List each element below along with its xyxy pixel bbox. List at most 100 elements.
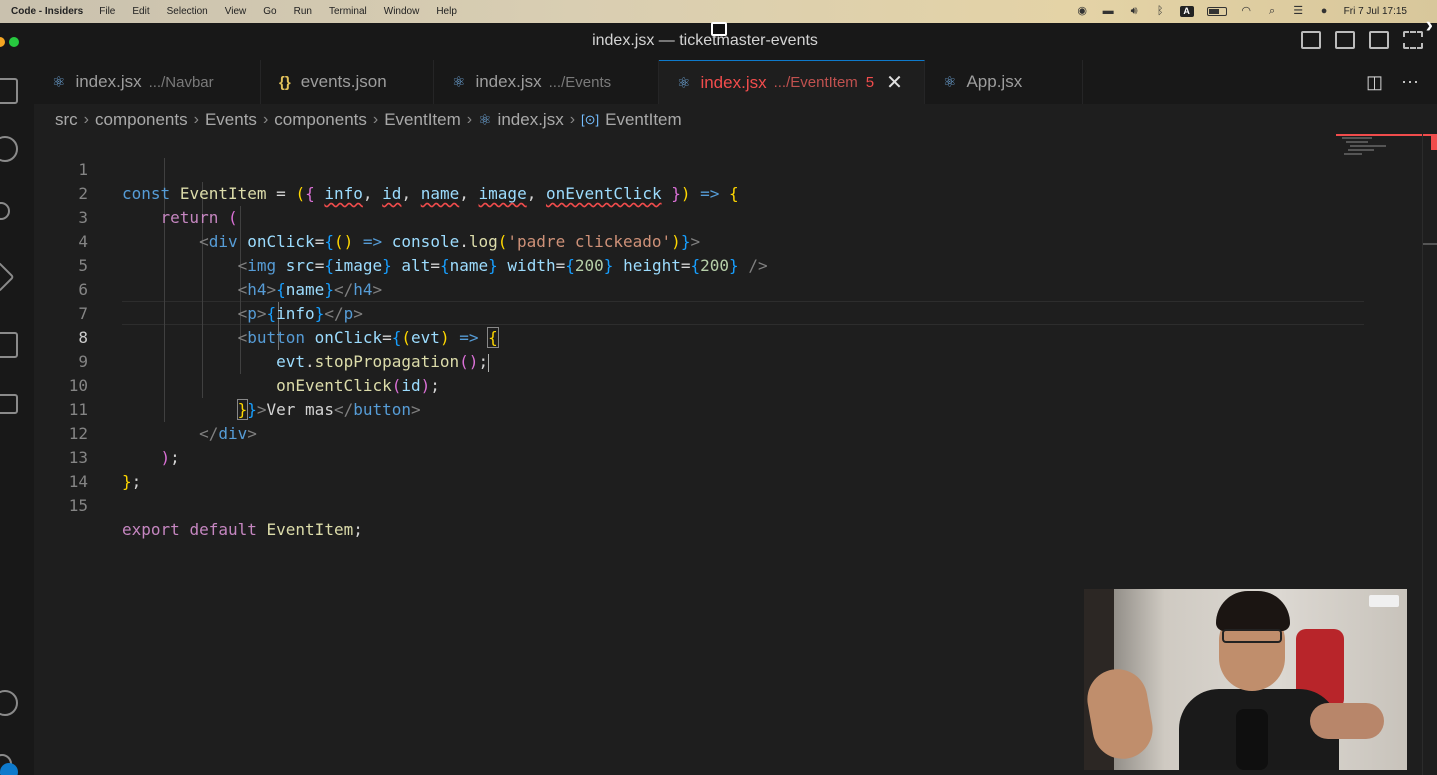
minimap-line (1342, 137, 1372, 139)
react-icon: ⚛ (943, 74, 957, 91)
line-content: <div onClick={() => console.log('padre c… (199, 232, 701, 251)
minimap-line (1350, 145, 1386, 147)
chevron-right-icon: › (466, 111, 473, 128)
close-tab-icon[interactable]: ✕ (886, 70, 903, 95)
toggle-primary-sidebar-icon[interactable] (1301, 31, 1321, 49)
remote-explorer-icon[interactable] (0, 394, 18, 414)
line-content: <p>{info}</p> (237, 304, 363, 323)
menu-window[interactable]: Window (384, 6, 420, 17)
react-icon: ⚛ (677, 74, 691, 92)
activity-icon[interactable]: ◉ (1076, 6, 1089, 17)
breadcrumb: src › components › Events › components ›… (55, 108, 682, 132)
tab-index-navbar[interactable]: ⚛ index.jsx .../Navbar (34, 60, 261, 104)
code-line: 7 <button onClick={(evt) => { (34, 278, 499, 348)
update-badge (0, 763, 18, 775)
layout-controls (1301, 31, 1423, 49)
macos-menubar: Code - Insiders File Edit Selection View… (0, 0, 1437, 23)
toggle-secondary-sidebar-icon[interactable] (1369, 31, 1389, 49)
tab-label: index.jsx (75, 72, 142, 91)
code-line: 15 export default EventItem; (34, 470, 363, 539)
line-content: ); (160, 448, 180, 467)
wifi-icon[interactable]: ◠ (1240, 6, 1253, 17)
line-content: <h4>{name}</h4> (237, 280, 383, 299)
breadcrumb-item[interactable]: EventItem (384, 110, 461, 130)
scrollbar-error-marker (1431, 134, 1437, 150)
tab-index-eventitem[interactable]: ⚛ index.jsx .../EventItem 5 ✕ (659, 60, 925, 104)
tab-label: events.json (300, 72, 387, 91)
menu-file[interactable]: File (99, 6, 115, 17)
code-line: 14 (34, 446, 88, 491)
menu-terminal[interactable]: Terminal (329, 6, 367, 17)
chevron-right-icon: › (569, 111, 576, 128)
menu-help[interactable]: Help (436, 6, 457, 17)
breadcrumb-item[interactable]: src (55, 110, 78, 130)
line-content: <img src={image} alt={name} width={200} … (237, 256, 768, 275)
source-control-icon[interactable] (0, 202, 10, 220)
tab-description: .../Navbar (148, 73, 214, 91)
chevron-right-icon: › (262, 111, 269, 128)
picture-in-picture-icon[interactable] (711, 22, 727, 36)
explorer-icon[interactable] (0, 78, 18, 104)
split-editor-icon[interactable]: ◫ (1366, 72, 1383, 93)
customize-layout-icon[interactable] (1403, 31, 1423, 49)
status-tray: ◉ ▬ 🔊︎ ᛒ A ◠ ⌕ ☰ ● Fri 7 Jul 17:15 (1076, 6, 1437, 17)
toggle-panel-icon[interactable] (1335, 31, 1355, 49)
line-content: return ( (160, 208, 238, 227)
code-line: 2 return ( (34, 158, 237, 227)
display-icon[interactable]: ▬ (1102, 6, 1115, 17)
window-title: index.jsx — ticketmaster-events (592, 32, 818, 49)
webcam-person-glasses (1222, 629, 1282, 643)
tab-description: .../Events (548, 73, 612, 91)
tab-events-json[interactable]: {} events.json (261, 60, 434, 104)
keyboard-input-icon[interactable]: A (1179, 6, 1194, 17)
line-content: </div> (199, 424, 257, 443)
run-debug-icon[interactable] (0, 261, 15, 293)
symbol-variable-icon: [⊙] (581, 112, 600, 127)
more-actions-icon[interactable]: ⋯ (1401, 72, 1419, 93)
tab-label: App.jsx (966, 72, 1023, 91)
app-menu[interactable]: Code - Insiders (11, 6, 83, 17)
code-line: 3 <div onClick={() => console.log('padre… (34, 182, 700, 251)
editor-actions: ◫ ⋯ (1366, 60, 1437, 104)
scrollbar-cursor-marker (1423, 243, 1437, 245)
menu-view[interactable]: View (225, 6, 247, 17)
code-line: 9 onEventClick(id); (34, 326, 440, 395)
tab-app-jsx[interactable]: ⚛ App.jsx (925, 60, 1083, 104)
siri-icon[interactable]: ● (1318, 6, 1331, 17)
chevron-right-icon[interactable]: › (1426, 12, 1433, 38)
bluetooth-icon[interactable]: ᛒ (1154, 6, 1167, 17)
breadcrumb-item[interactable]: EventItem (605, 110, 682, 130)
battery-icon[interactable] (1206, 7, 1227, 16)
minimap-line (1344, 153, 1362, 155)
line-content: }; (122, 472, 142, 491)
code-line: 1 const EventItem = ({ info, id, name, i… (34, 134, 738, 203)
minimap[interactable] (1336, 134, 1422, 164)
chevron-right-icon: › (372, 111, 379, 128)
editor-tabs: ⚛ index.jsx .../Navbar {} events.json ⚛ … (34, 60, 1437, 104)
control-center-icon[interactable]: ☰ (1292, 6, 1305, 17)
minimap-line (1346, 141, 1368, 143)
breadcrumb-item[interactable]: components (274, 110, 367, 130)
breadcrumb-item[interactable]: Events (205, 110, 257, 130)
menu-run[interactable]: Run (294, 6, 312, 17)
breadcrumb-item[interactable]: components (95, 110, 188, 130)
webcam-person-hair (1216, 591, 1290, 631)
clock[interactable]: Fri 7 Jul 17:15 (1344, 6, 1407, 17)
tab-label: index.jsx (700, 72, 767, 92)
search-icon[interactable] (0, 136, 18, 162)
search-icon[interactable]: ⌕ (1266, 6, 1279, 17)
menu-go[interactable]: Go (263, 6, 276, 17)
volume-icon[interactable]: 🔊︎ (1128, 6, 1141, 17)
accounts-icon[interactable] (0, 690, 18, 716)
line-content: }}>Ver mas</button> (236, 399, 421, 420)
vertical-scrollbar[interactable] (1422, 134, 1437, 775)
line-content: export default EventItem; (122, 520, 363, 539)
breadcrumb-item[interactable]: index.jsx (498, 110, 564, 130)
extensions-icon[interactable] (0, 332, 18, 358)
menu-selection[interactable]: Selection (167, 6, 208, 17)
activity-bar (0, 60, 34, 775)
tab-index-events[interactable]: ⚛ index.jsx .../Events (434, 60, 659, 104)
menu-edit[interactable]: Edit (132, 6, 149, 17)
code-line: 5 <h4>{name}</h4> (34, 230, 382, 299)
code-line: 4 <img src={image} alt={name} width={200… (34, 206, 767, 275)
